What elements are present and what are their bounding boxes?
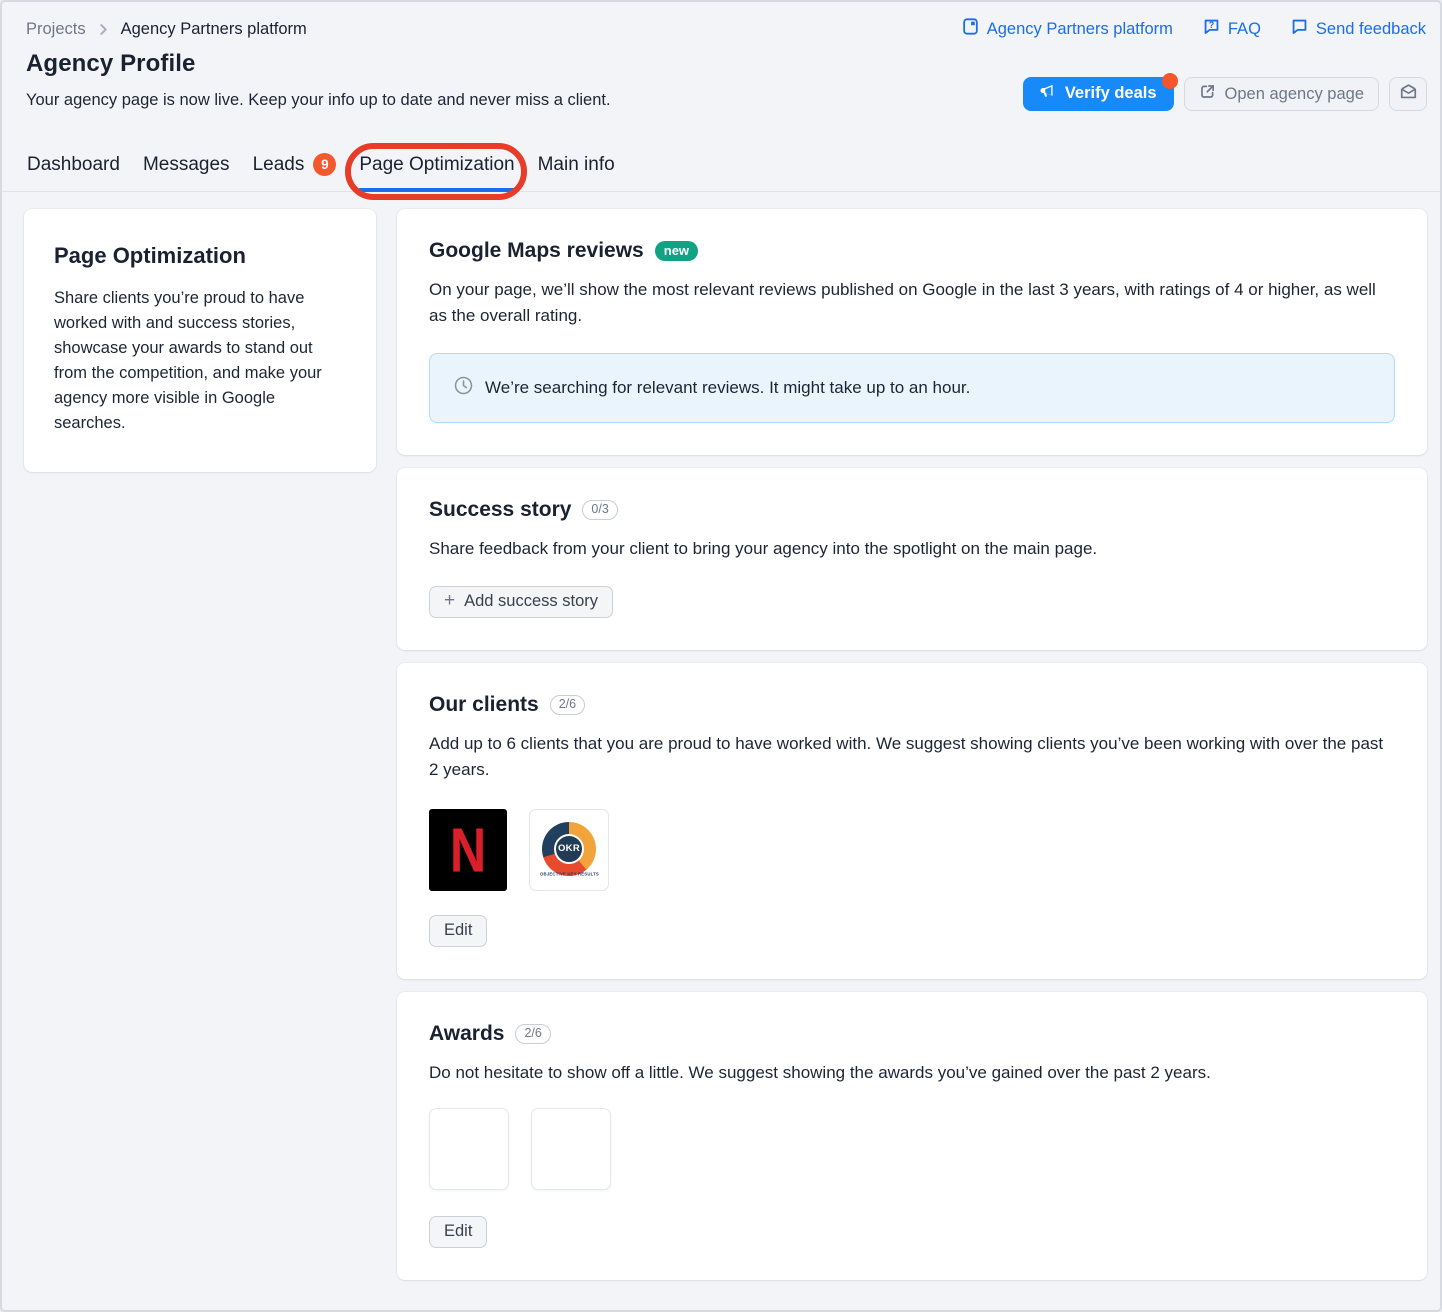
main-column: Google Maps reviews new On your page, we… [397,209,1427,1280]
award-slots [429,1108,1395,1190]
send-feedback-link-label: Send feedback [1316,20,1426,39]
success-story-title: Success story [429,498,571,522]
topbar: Projects Agency Partners platform Agency… [2,2,1440,41]
reviews-notice-text: We’re searching for relevant reviews. It… [485,378,970,398]
award-slot-empty [429,1108,509,1190]
open-agency-page-label: Open agency page [1225,85,1364,104]
mail-button[interactable] [1389,77,1427,111]
notification-dot [1162,73,1178,89]
platform-link-label: Agency Partners platform [987,20,1173,39]
agency-profile-page: Projects Agency Partners platform Agency… [0,0,1442,1312]
our-clients-body: Add up to 6 clients that you are proud t… [429,731,1389,783]
side-card-title: Page Optimization [54,243,346,269]
edit-clients-button[interactable]: Edit [429,915,487,947]
open-agency-page-button[interactable]: Open agency page [1184,77,1379,111]
side-card-body: Share clients you’re proud to have worke… [54,286,346,436]
google-maps-reviews-card: Google Maps reviews new On your page, we… [397,209,1427,455]
award-slot-empty [531,1108,611,1190]
envelope-icon [1399,83,1418,105]
edit-awards-label: Edit [444,1222,472,1241]
faq-link[interactable]: ? FAQ [1203,18,1261,40]
tab-main-info[interactable]: Main info [537,154,616,191]
tab-main-info-label: Main info [538,154,615,176]
tab-leads[interactable]: Leads 9 [252,153,338,191]
header-text: Agency Profile Your agency page is now l… [26,50,611,110]
platform-link[interactable]: Agency Partners platform [962,17,1173,41]
svg-text:?: ? [1209,20,1215,30]
okr-wheel-graphic: OKR [542,822,596,876]
edit-clients-label: Edit [444,921,472,940]
speech-bubble-icon [1291,18,1308,40]
content: Page Optimization Share clients you’re p… [2,192,1440,1280]
tab-dashboard-label: Dashboard [27,154,120,176]
chevron-right-icon [98,24,109,35]
our-clients-counter: 2/6 [550,695,585,716]
okr-caption: OBJECTIVE KEY RESULTS [540,872,599,877]
tab-page-optimization-label: Page Optimization [359,154,514,176]
clock-icon [453,375,474,401]
success-story-counter: 0/3 [582,500,617,521]
active-tab-underline [358,188,515,192]
verify-deals-button[interactable]: Verify deals [1023,77,1174,111]
awards-card: Awards 2/6 Do not hesitate to show off a… [397,992,1427,1280]
page-subtitle: Your agency page is now live. Keep your … [26,91,611,110]
add-success-story-button[interactable]: + Add success story [429,586,613,618]
top-links: Agency Partners platform ? FAQ Send feed… [962,17,1426,41]
megaphone-icon [1038,82,1056,105]
our-clients-title: Our clients [429,693,539,717]
breadcrumb-current: Agency Partners platform [121,20,307,39]
reviews-card-body: On your page, we’ll show the most releva… [429,277,1389,329]
send-feedback-link[interactable]: Send feedback [1291,18,1426,40]
client-logo-okr: OKR OBJECTIVE KEY RESULTS [529,809,609,891]
breadcrumb-projects-link[interactable]: Projects [26,20,86,39]
reviews-searching-notice: We’re searching for relevant reviews. It… [429,353,1395,423]
new-badge: new [655,241,698,261]
plus-icon: + [444,591,455,610]
success-story-card: Success story 0/3 Share feedback from yo… [397,468,1427,650]
verify-deals-label: Verify deals [1065,84,1157,103]
client-logos: N OKR OBJECTIVE KEY RESULTS [429,809,1395,891]
page-title: Agency Profile [26,50,611,78]
okr-center-label: OKR [554,834,584,864]
tab-page-optimization[interactable]: Page Optimization [358,154,515,191]
netflix-n-letter: N [450,814,486,887]
tab-leads-label: Leads [253,154,305,176]
awards-counter: 2/6 [515,1024,550,1045]
journal-icon [962,17,979,41]
add-success-story-label: Add success story [464,592,598,611]
question-bubble-icon: ? [1203,18,1220,40]
our-clients-card: Our clients 2/6 Add up to 6 clients that… [397,663,1427,979]
external-link-icon [1199,83,1216,105]
client-logo-netflix: N [429,809,507,891]
awards-title: Awards [429,1022,504,1046]
success-story-body: Share feedback from your client to bring… [429,536,1389,562]
leads-count-badge: 9 [313,153,336,176]
tab-dashboard[interactable]: Dashboard [26,154,121,191]
tab-messages-label: Messages [143,154,230,176]
faq-link-label: FAQ [1228,20,1261,39]
header-actions: Verify deals Open agency page [1023,77,1427,111]
header: Agency Profile Your agency page is now l… [2,41,1440,110]
reviews-card-title: Google Maps reviews [429,239,644,263]
awards-body: Do not hesitate to show off a little. We… [429,1060,1389,1086]
breadcrumb: Projects Agency Partners platform [26,20,307,39]
tab-messages[interactable]: Messages [142,154,231,191]
tab-bar: Dashboard Messages Leads 9 Page Optimiza… [2,147,1440,192]
page-optimization-info-card: Page Optimization Share clients you’re p… [24,209,376,472]
edit-awards-button[interactable]: Edit [429,1216,487,1248]
